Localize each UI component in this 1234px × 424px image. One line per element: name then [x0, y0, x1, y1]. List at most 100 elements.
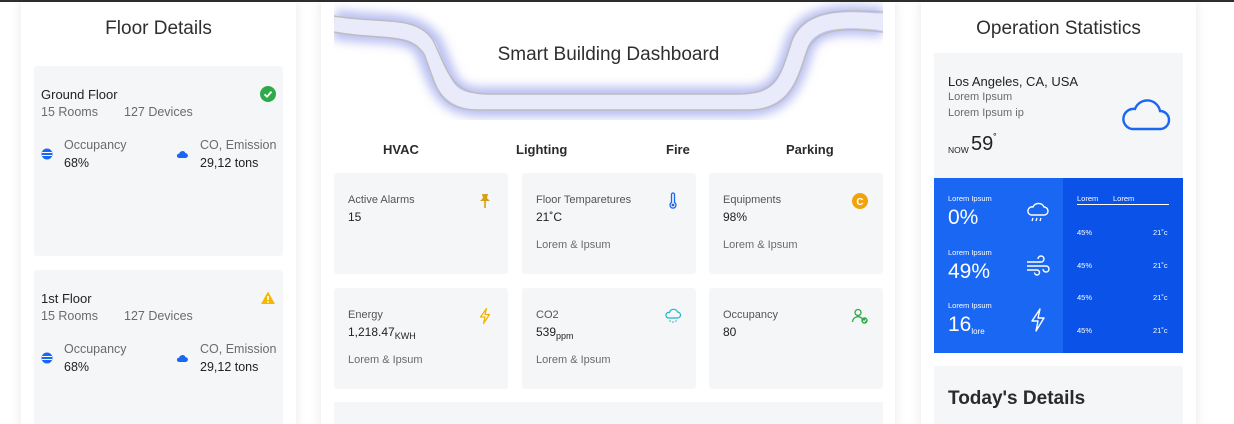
tile-sub: Lorem & Ipsum	[536, 239, 611, 251]
todays-details-title: Today's Details	[948, 388, 1086, 409]
occupancy-label: Occupancy	[64, 342, 127, 356]
floor-name: 1st Floor	[41, 291, 92, 306]
floor-card-first[interactable]: 1st Floor 15 Rooms 127 Devices Occupancy…	[34, 270, 283, 424]
table-divider	[1077, 204, 1169, 205]
tile-energy[interactable]: Energy 1,218.47KWH Lorem & Ipsum	[334, 288, 508, 389]
floor-rooms: 15 Rooms	[41, 105, 98, 119]
thermometer-icon	[669, 192, 677, 209]
check-circle-icon	[260, 86, 276, 102]
co2-number: 539	[536, 325, 557, 339]
metric-value: 16lore	[948, 313, 985, 337]
metric-number: 16	[948, 313, 972, 336]
floor-details-panel: Floor Details Ground Floor 15 Rooms 127 …	[21, 2, 296, 424]
metric-unit: lore	[971, 327, 985, 336]
tile-value: 539ppm	[536, 325, 574, 341]
weather-city: Los Angeles, CA, USA	[948, 74, 1079, 89]
tile-value: 98%	[723, 210, 748, 224]
metrics-table: Lorem Lorem 45% 21˚c 45% 21˚c 45% 21˚c 4…	[1063, 178, 1183, 353]
tile-occupancy[interactable]: Occupancy 80	[709, 288, 883, 389]
pin-icon	[480, 194, 490, 208]
occupancy-value: 68%	[64, 360, 90, 374]
dashboard-banner: Smart Building Dashboard	[334, 2, 883, 120]
floor-devices: 127 Devices	[124, 309, 193, 323]
floor-details-title: Floor Details	[105, 18, 212, 39]
table-cell: 21˚c	[1153, 326, 1168, 335]
tile-co2[interactable]: CO2 539ppm Lorem & Ipsum	[522, 288, 696, 389]
floor-devices: 127 Devices	[124, 105, 193, 119]
tab-parking[interactable]: Parking	[786, 142, 834, 157]
tile-label: Occupancy	[723, 309, 779, 321]
lightning-icon	[1031, 308, 1045, 332]
globe-icon	[41, 352, 53, 364]
emission-value: 29,12 tons	[200, 360, 259, 374]
tile-sub: Lorem & Ipsum	[348, 354, 423, 366]
tile-value: 21˚C	[536, 210, 563, 224]
tab-hvac[interactable]: HVAC	[383, 142, 419, 157]
floor-card-ground[interactable]: Ground Floor 15 Rooms 127 Devices Occupa…	[34, 66, 283, 256]
metric-value: 49%	[948, 260, 991, 283]
tile-label: Energy	[348, 309, 383, 321]
dashboard-title: Smart Building Dashboard	[497, 44, 720, 65]
occupancy-label: Occupancy	[64, 138, 127, 152]
table-cell: 21˚c	[1153, 261, 1168, 270]
cloud-icon	[1122, 99, 1171, 131]
table-cell: 45%	[1077, 293, 1093, 302]
tile-value: 1,218.47KWH	[348, 325, 416, 341]
metric-label: Lorem Ipsum	[948, 301, 992, 310]
floor-name: Ground Floor	[41, 87, 118, 102]
weather-line-2: Lorem Ipsum ip	[948, 107, 1024, 119]
energy-unit: KWH	[394, 331, 416, 341]
tile-active-alarms[interactable]: Active Alarms 15	[334, 173, 508, 274]
metric-label: Lorem Ipsum	[948, 194, 992, 203]
floor-rooms: 15 Rooms	[41, 309, 98, 323]
c-badge-icon: C	[852, 193, 868, 209]
tile-label: Equipments	[723, 194, 782, 206]
co2-unit: ppm	[556, 331, 574, 341]
tile-sub: Lorem & Ipsum	[536, 354, 611, 366]
cloud-snow-icon	[665, 308, 682, 323]
cloud-icon	[176, 151, 188, 158]
weather-temp: 59˚	[971, 133, 997, 156]
table-cell: 21˚c	[1153, 228, 1168, 237]
tile-value: 15	[348, 210, 362, 224]
svg-text:C: C	[856, 197, 863, 208]
weather-now-label: NOW	[948, 145, 969, 155]
operation-statistics-panel: Operation Statistics Los Angeles, CA, US…	[921, 2, 1196, 424]
user-check-icon	[851, 308, 868, 324]
table-cell: 45%	[1077, 326, 1093, 335]
tab-lighting[interactable]: Lighting	[516, 142, 567, 157]
emission-label: CO, Emission	[200, 342, 277, 356]
table-cell: 45%	[1077, 261, 1093, 270]
table-header: Lorem	[1077, 194, 1099, 203]
energy-number: 1,218.47	[348, 325, 395, 339]
tile-label: Floor Temparetures	[536, 194, 632, 206]
wind-icon	[1027, 255, 1050, 276]
emission-value: 29,12 tons	[200, 156, 259, 170]
weather-temp-value: 59	[971, 133, 994, 155]
weather-card: Los Angeles, CA, USA Lorem Ipsum Lorem I…	[934, 53, 1183, 179]
tab-fire[interactable]: Fire	[666, 142, 690, 157]
dashboard-panel: Smart Building Dashboard HVAC Lighting F…	[321, 2, 895, 424]
cloud-icon	[176, 355, 188, 362]
bottom-card	[334, 402, 883, 424]
warning-triangle-icon	[261, 291, 275, 304]
lightning-icon	[479, 307, 491, 325]
table-cell: 21˚c	[1153, 293, 1168, 302]
metric-label: Lorem Ipsum	[948, 248, 992, 257]
emission-label: CO, Emission	[200, 138, 277, 152]
tile-sub: Lorem & Ipsum	[723, 239, 798, 251]
globe-icon	[41, 148, 53, 160]
operation-statistics-title: Operation Statistics	[976, 18, 1141, 39]
tile-label: Active Alarms	[348, 194, 415, 206]
table-header: Lorem	[1113, 194, 1135, 203]
cloud-rain-icon	[1027, 202, 1049, 222]
metrics-card: Lorem Ipsum 0% Lorem Ipsum 49% Lorem Ips…	[934, 178, 1183, 353]
weather-degree: ˚	[993, 133, 997, 145]
tile-value: 80	[723, 325, 737, 339]
metric-value: 0%	[948, 206, 979, 229]
tile-label: CO2	[536, 309, 559, 321]
table-cell: 45%	[1077, 228, 1093, 237]
occupancy-value: 68%	[64, 156, 90, 170]
tile-floor-temperatures[interactable]: Floor Temparetures 21˚C Lorem & Ipsum	[522, 173, 696, 274]
tile-equipments[interactable]: Equipments 98% Lorem & Ipsum C	[709, 173, 883, 274]
